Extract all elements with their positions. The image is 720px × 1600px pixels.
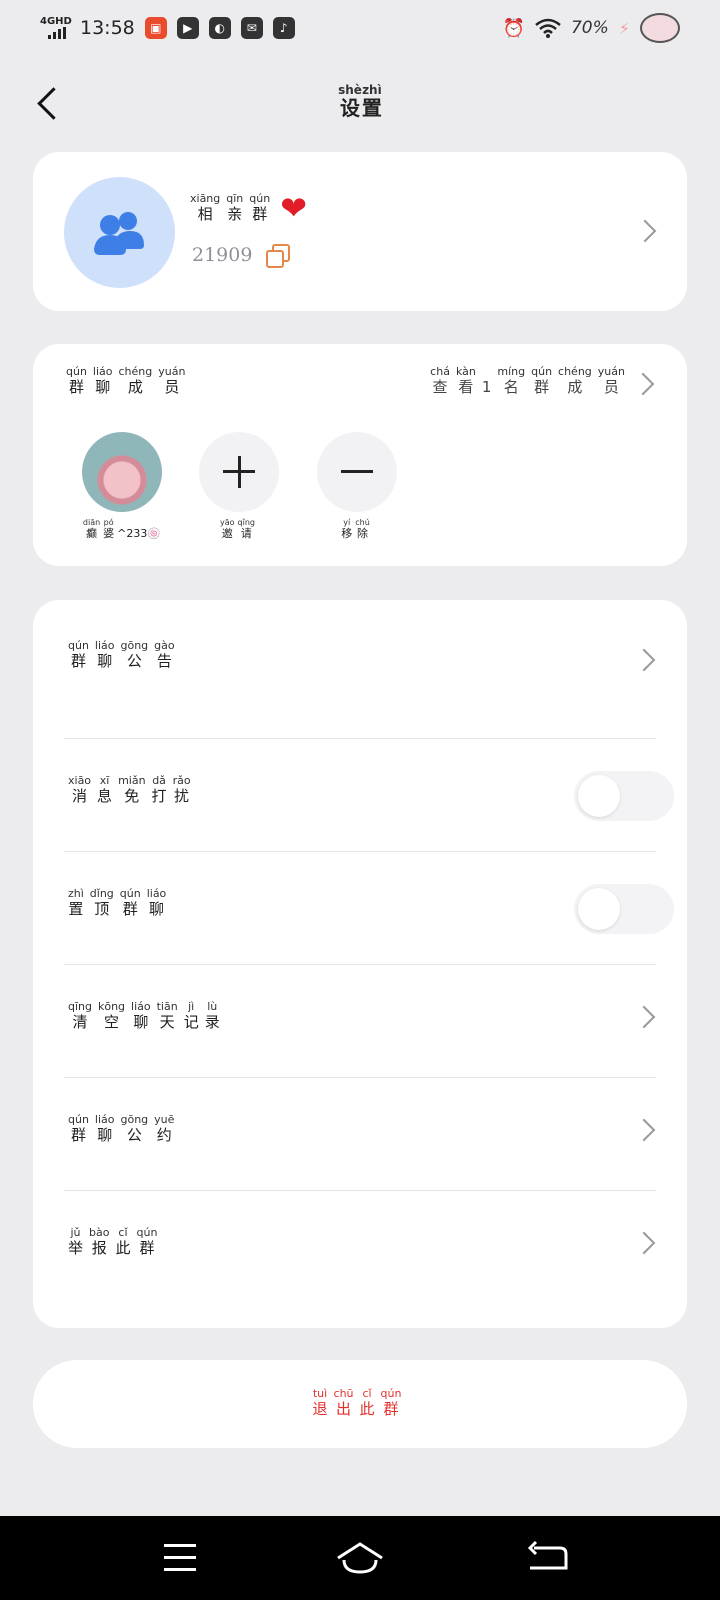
- video-app-icon: ▶: [176, 17, 199, 39]
- pin-toggle[interactable]: [574, 884, 674, 934]
- menu-icon[interactable]: [150, 1538, 210, 1578]
- row-label: 消xiāo息xī免miǎn打dǎ扰rǎo: [68, 774, 191, 805]
- invite-label: 邀yāo请qǐng: [220, 518, 255, 540]
- remove-member-button[interactable]: 移yí除chú: [317, 432, 397, 541]
- browser-app-icon: ◐: [208, 17, 231, 39]
- group-avatar: [64, 177, 175, 288]
- chevron-right-icon: [633, 219, 657, 243]
- settings-row-mute[interactable]: 消xiāo息xī免miǎn打dǎ扰rǎo: [64, 739, 674, 851]
- mail-app-icon: ✉: [240, 17, 263, 39]
- exit-group-button[interactable]: 退tuì出chū此cǐ群qún: [33, 1360, 687, 1448]
- page-title: 设shè置zhì: [338, 83, 382, 120]
- invite-member-button[interactable]: 邀yāo请qǐng: [199, 432, 279, 541]
- group-people-icon: [94, 212, 144, 255]
- chevron-right-icon: [632, 1231, 656, 1255]
- settings-row-pin[interactable]: 置zhì顶dǐng群qún聊liáo: [64, 852, 674, 964]
- battery-level: 70%: [570, 18, 609, 38]
- copy-icon[interactable]: [266, 244, 291, 268]
- clock: 13:58: [80, 17, 135, 39]
- group-name: 相xiāng亲qīn群qún ❤: [190, 189, 308, 227]
- member-name: 癫diān婆pó^233🍥: [82, 518, 162, 540]
- exit-group-label: 退tuì出chū此cǐ群qún: [312, 1387, 402, 1418]
- member-avatar: [82, 432, 162, 512]
- view-all-members-link[interactable]: 查chá看kàn1 名míng群qún成chéng员yuán: [430, 365, 631, 397]
- settings-list-card: 群qún聊liáo公gōng告gào 消xiāo息xī免miǎn打dǎ扰rǎo …: [33, 600, 687, 1328]
- settings-row-clear-history[interactable]: 清qīng空kōng聊liáo天tiān记jì录lù: [64, 965, 656, 1077]
- network-type: 4GHD: [40, 16, 72, 27]
- group-id: 21909: [192, 244, 253, 266]
- home-icon[interactable]: [330, 1538, 390, 1578]
- cellular-signal-icon: 4GHD: [40, 16, 72, 39]
- header: 设shè置zhì: [0, 74, 720, 134]
- alarm-icon: ⏰: [502, 17, 525, 39]
- chevron-right-icon: [631, 372, 655, 396]
- row-label: 群qún聊liáo公gōng约yuē: [68, 1113, 175, 1144]
- group-members-card: 群qún聊liáo成chéng员yuán 查chá看kàn1 名míng群qún成…: [33, 344, 687, 566]
- app-notification-icon: ▣: [144, 17, 167, 39]
- chevron-right-icon: [632, 648, 656, 672]
- settings-row-announcement[interactable]: 群qún聊liáo公gōng告gào: [64, 600, 656, 738]
- row-label: 置zhì顶dǐng群qún聊liáo: [68, 887, 167, 918]
- group-info-card[interactable]: 相xiāng亲qīn群qún ❤ 21909: [33, 152, 687, 311]
- chevron-right-icon: [632, 1005, 656, 1029]
- settings-row-report[interactable]: 举jǔ报bào此cǐ群qún: [64, 1191, 656, 1303]
- chevron-right-icon: [632, 1118, 656, 1142]
- row-label: 清qīng空kōng聊liáo天tiān记jì录lù: [68, 1000, 220, 1031]
- system-nav-bar: [0, 1516, 720, 1600]
- remove-label: 移yí除chú: [341, 518, 370, 540]
- charging-icon: ⚡: [618, 18, 630, 38]
- tiktok-app-icon: ♪: [272, 17, 295, 39]
- row-label: 群qún聊liáo公gōng告gào: [68, 639, 175, 670]
- battery-pot-icon: [640, 13, 680, 43]
- back-icon[interactable]: [520, 1538, 580, 1578]
- status-bar: 4GHD 13:58 ▣ ▶ ◐ ✉ ♪ ⏰ 70% ⚡: [0, 0, 720, 56]
- settings-row-convention[interactable]: 群qún聊liáo公gōng约yuē: [64, 1078, 656, 1190]
- members-title: 群qún聊liáo成chéng员yuán: [66, 365, 186, 396]
- row-label: 举jǔ报bào此cǐ群qún: [68, 1226, 158, 1257]
- member-item[interactable]: 癫diān婆pó^233🍥: [82, 432, 162, 541]
- minus-icon[interactable]: [317, 432, 397, 512]
- plus-icon[interactable]: [199, 432, 279, 512]
- wifi-icon: [535, 18, 561, 38]
- heart-icon: ❤: [280, 189, 308, 227]
- mute-toggle[interactable]: [574, 771, 674, 821]
